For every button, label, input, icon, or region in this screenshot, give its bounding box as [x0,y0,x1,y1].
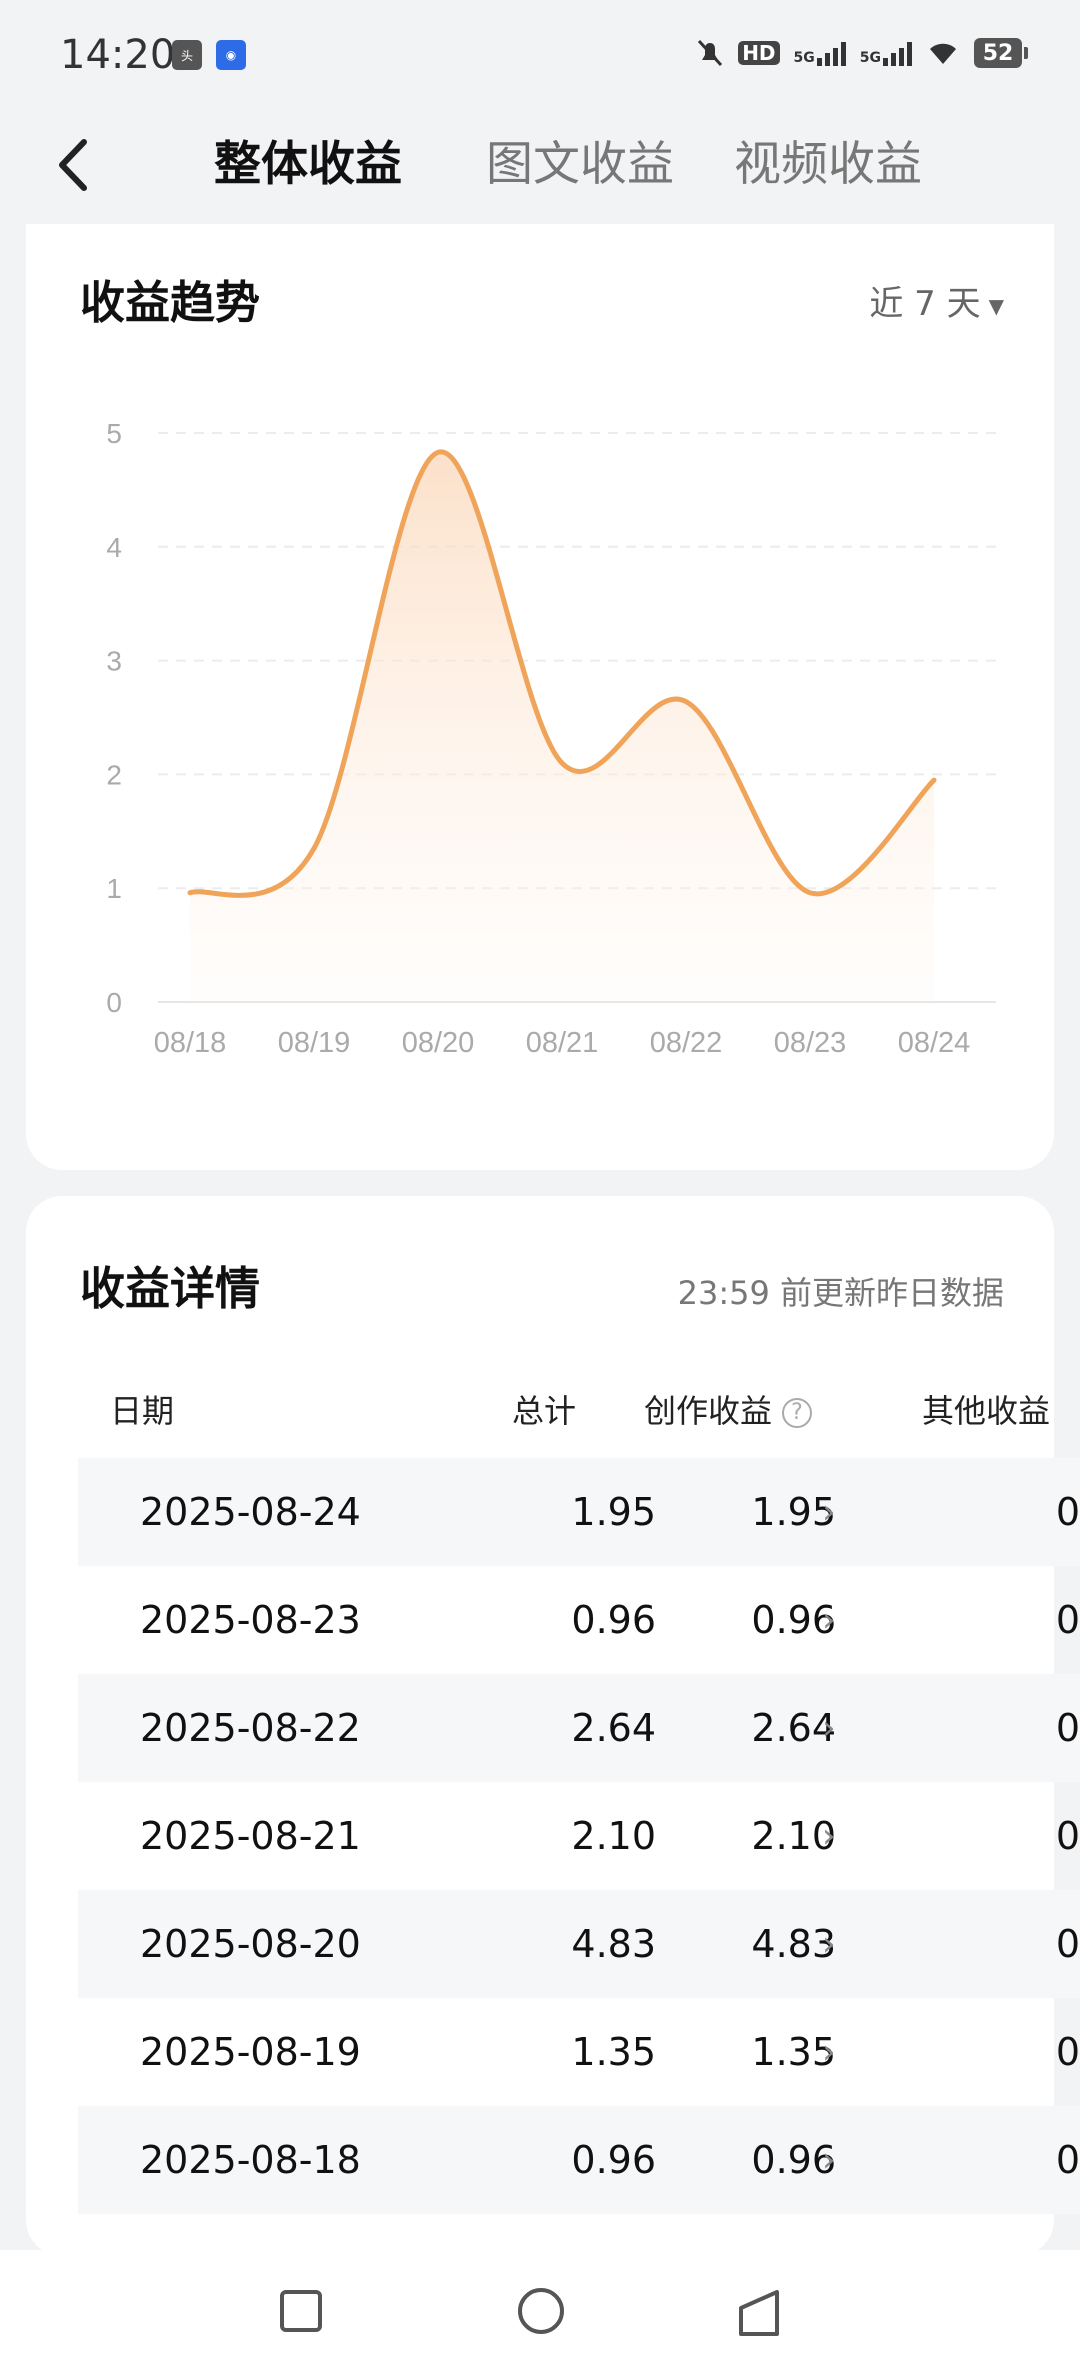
home-icon[interactable] [518,2288,564,2334]
recents-icon[interactable] [280,2290,322,2332]
signal-5g-2: 5G [860,40,912,66]
x-tick-label: 08/23 [774,1027,847,1059]
header-creation: 创作收益 [644,1392,773,1430]
y-tick-label: 4 [106,532,122,563]
x-tick-label: 08/18 [154,1027,227,1059]
back-icon[interactable] [733,2286,793,2338]
y-tick-label: 1 [106,873,122,904]
hd-icon: HD [738,41,780,65]
y-tick-label: 5 [106,418,122,449]
details-card: 收益详情 23:59 前更新昨日数据 日期 总计 创作收益? 其他收益 2025… [26,1196,1080,2256]
system-nav-bar [0,2250,1080,2376]
x-tick-label: 08/24 [898,1027,971,1059]
details-title: 收益详情 [80,1262,261,1315]
signal-5g-1: 5G [794,40,846,66]
row-other: 0 [1055,2030,1080,2074]
row-date: 2025-08-20 [140,1922,361,1966]
y-tick-label: 0 [106,987,122,1018]
table-row[interactable]: 2025-08-24 1.95 1.95 › 0 [78,1458,1080,1566]
row-date: 2025-08-24 [140,1490,361,1534]
row-other: 0 [1055,1922,1080,1966]
chevron-right-icon[interactable]: › [822,1890,836,1998]
table-row[interactable]: 2025-08-22 2.64 2.64 › 0 [78,1674,1080,1782]
row-date: 2025-08-21 [140,1814,361,1858]
status-time: 14:20 [60,32,176,78]
header-date: 日期 [110,1392,175,1430]
update-note: 23:59 前更新昨日数据 [677,1274,1004,1312]
details-table: 2025-08-24 1.95 1.95 › 0 2025-08-23 0.96… [78,1458,1080,2214]
header-other: 其他收益 [922,1392,1051,1430]
baidu-icon: ◉ [216,40,246,70]
row-other: 0 [1055,1490,1080,1534]
x-tick-label: 08/20 [402,1027,475,1059]
row-total: 1.95 [571,1490,656,1534]
tab-video-income[interactable]: 视频收益 [734,130,922,200]
header-total: 总计 [512,1392,577,1430]
x-tick-label: 08/19 [278,1027,351,1059]
row-other: 0 [1055,2138,1080,2182]
trend-area [190,451,934,1003]
help-icon[interactable]: ? [782,1398,813,1428]
row-total: 1.35 [571,2030,656,2074]
row-other: 0 [1055,1598,1080,1642]
chevron-right-icon[interactable]: › [822,1782,836,1890]
header-creation-group: 创作收益? [644,1386,813,1432]
y-tick-label: 2 [106,759,122,790]
wifi-icon [930,43,956,64]
table-row[interactable]: 2025-08-23 0.96 0.96 › 0 [78,1566,1080,1674]
row-other: 0 [1055,1814,1080,1858]
x-tick-label: 08/22 [650,1027,723,1059]
mute-icon [698,39,723,67]
row-other: 0 [1055,1706,1080,1750]
chevron-right-icon[interactable]: › [822,1566,836,1674]
row-date: 2025-08-18 [140,2138,361,2182]
row-date: 2025-08-19 [140,2030,361,2074]
row-total: 0.96 [571,1598,656,1642]
table-row[interactable]: 2025-08-19 1.35 1.35 › 0 [78,1998,1080,2106]
toutiao-icon: 头 [172,40,202,70]
row-date: 2025-08-23 [140,1598,361,1642]
row-total: 2.64 [571,1706,656,1750]
row-total: 0.96 [571,2138,656,2182]
back-arrow-icon[interactable] [48,130,108,200]
row-total: 2.10 [571,1814,656,1858]
trend-card: 收益趋势 近 7 天 ▼ 0 1 2 3 4 5 08/18 08/19 08/20 08/21 08… [26,224,1054,1170]
chevron-right-icon[interactable]: › [822,2106,836,2214]
table-row[interactable]: 2025-08-18 0.96 0.96 › 0 [78,2106,1080,2214]
chevron-right-icon[interactable]: › [822,1998,836,2106]
chevron-right-icon[interactable]: › [822,1674,836,1782]
tab-article-income[interactable]: 图文收益 [486,130,674,200]
status-bar: 14:20 头 ◉ HD 5G 5G 52 [0,0,1080,110]
x-tick-label: 08/21 [526,1027,599,1059]
table-row[interactable]: 2025-08-20 4.83 4.83 › 0 [78,1890,1080,1998]
row-date: 2025-08-22 [140,1706,361,1750]
chevron-right-icon[interactable]: › [822,1458,836,1566]
y-tick-label: 3 [106,646,122,677]
tab-overall-income[interactable]: 整体收益 [214,130,402,200]
income-trend-chart: 0 1 2 3 4 5 08/18 08/19 08/20 08/21 08/22 08/23 08/2… [106,418,996,1059]
row-total: 4.83 [571,1922,656,1966]
header: 整体收益 图文收益 视频收益 [0,110,1080,220]
table-row[interactable]: 2025-08-21 2.10 2.10 › 0 [78,1782,1080,1890]
battery-indicator: 52 [974,38,1028,68]
